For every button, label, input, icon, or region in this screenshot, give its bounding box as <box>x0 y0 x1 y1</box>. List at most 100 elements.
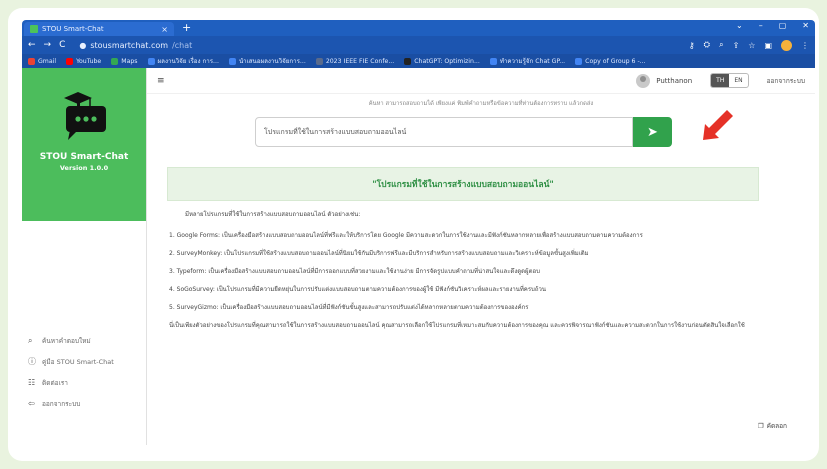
bookmark-star-icon[interactable]: ☆ <box>748 41 755 50</box>
browser-menu-icon[interactable]: ⋮ <box>801 41 809 50</box>
answer-intro: มีหลายโปรแกรมที่ใช้ในการสร้างแบบสอบถามออ… <box>185 211 361 218</box>
main-content: ≡ Putthanon TH EN ออกจากระบบ ค้นหา สามาร… <box>147 68 815 445</box>
tab-search-icon[interactable]: ⌄ <box>736 21 743 30</box>
info-icon: ⓘ <box>28 357 36 366</box>
bookmark-icon <box>489 57 497 65</box>
send-button[interactable]: ➤ <box>633 117 672 147</box>
bookmark-icon <box>147 57 155 65</box>
sidebar-item-label: ติดต่อเรา <box>42 378 68 387</box>
bookmark-icon <box>315 57 323 65</box>
zoom-icon[interactable]: ⌕ <box>719 40 723 50</box>
copy-icon: ❐ <box>757 422 764 430</box>
bookmark-icon <box>111 57 119 65</box>
url-field[interactable]: ● stousmartchat.com/chat <box>79 41 192 50</box>
bookmark-icon <box>404 57 412 65</box>
tab-title: STOU Smart-Chat <box>42 25 104 33</box>
bookmark-item[interactable]: ทำความรู้จัก Chat GP... <box>489 56 566 66</box>
lock-icon: ● <box>79 40 87 50</box>
avatar[interactable] <box>636 73 651 88</box>
red-arrow-icon <box>703 110 733 140</box>
bookmark-item[interactable]: Gmail <box>28 57 57 65</box>
tab-favicon-icon <box>30 25 38 33</box>
bookmark-icon <box>28 57 35 65</box>
back-icon[interactable]: ← <box>28 40 36 50</box>
sidebar-item-contact[interactable]: ☷ ติดต่อเรา <box>28 372 146 393</box>
bookmark-item[interactable]: ผลงานวิจัย เรื่อง การ... <box>147 56 219 66</box>
new-tab-button[interactable]: + <box>182 21 191 34</box>
bookmark-item[interactable]: Copy of Group 6 -... <box>575 57 646 65</box>
menu-toggle-icon[interactable]: ≡ <box>157 76 165 86</box>
copy-button[interactable]: ❐ คัดลอก <box>758 421 787 431</box>
address-bar: ← → C ● stousmartchat.com/chat ⚷ ⛭ ⌕ ⇪ ☆… <box>22 36 815 54</box>
sidebar: STOU Smart-Chat Version 1.0.0 ⌕ ค้นหาคำต… <box>22 68 147 445</box>
sidebar-nav: ⌕ ค้นหาคำตอบใหม่ ⓘ คู่มือ STOU Smart-Cha… <box>28 330 146 414</box>
bookmark-label: ผลงานวิจัย เรื่อง การ... <box>157 58 219 65</box>
reload-icon[interactable]: C <box>59 40 65 50</box>
bookmark-item[interactable]: ChatGPT: Optimizin... <box>404 57 480 65</box>
answer-item: 3. Typeform: เป็นเครื่องมือสร้างแบบสอบถา… <box>169 268 540 275</box>
contact-icon: ☷ <box>28 378 36 387</box>
window-controls: ⌄ – ▢ ✕ <box>736 21 809 30</box>
sidebar-item-new-search[interactable]: ⌕ ค้นหาคำตอบใหม่ <box>28 330 146 351</box>
bookmark-item[interactable]: YouTube <box>66 57 102 65</box>
minimize-icon[interactable]: – <box>759 21 763 30</box>
top-bar: ≡ Putthanon TH EN ออกจากระบบ <box>147 68 815 94</box>
logout-link[interactable]: ออกจากระบบ <box>767 76 805 86</box>
sidebar-item-label: ค้นหาคำตอบใหม่ <box>42 336 91 345</box>
question-input[interactable] <box>255 117 633 147</box>
profile-avatar[interactable] <box>781 39 792 51</box>
bookmark-label: Maps <box>121 57 138 65</box>
lang-en-button[interactable]: EN <box>729 74 747 87</box>
bookmarks-bar: Gmail YouTube Maps ผลงานวิจัย เรื่อง การ...… <box>22 54 815 68</box>
sidepanel-icon[interactable]: ▣ <box>764 41 772 50</box>
copy-label: คัดลอก <box>766 422 787 430</box>
search-icon: ⌕ <box>28 335 33 345</box>
sidebar-item-label: คู่มือ STOU Smart-Chat <box>42 357 114 366</box>
maximize-icon[interactable]: ▢ <box>779 21 787 30</box>
answer-item: 2. SurveyMonkey: เป็นโปรแกรมที่ใช้สร้างแ… <box>169 250 589 257</box>
sidebar-version: Version 1.0.0 <box>59 164 109 172</box>
bookmark-label: นำเสนอผลงานวิจัยการ... <box>238 58 306 65</box>
bookmark-label: YouTube <box>76 57 102 65</box>
bookmark-label: ทำความรู้จัก Chat GP... <box>499 58 566 65</box>
answer-item: 5. SurveyGizmo: เป็นเครื่องมือสร้างแบบสอ… <box>169 304 529 311</box>
sidebar-item-manual[interactable]: ⓘ คู่มือ STOU Smart-Chat <box>28 351 146 372</box>
browser-tab[interactable]: STOU Smart-Chat × <box>24 22 174 36</box>
answer-item: 4. SoGoSurvey: เป็นโปรแกรมที่มีความยืดหย… <box>169 286 546 293</box>
sidebar-title: STOU Smart-Chat <box>39 152 129 162</box>
url-path: /chat <box>172 40 193 50</box>
forward-icon[interactable]: → <box>44 40 52 50</box>
bookmark-item[interactable]: 2023 IEEE FIE Confe... <box>315 57 394 65</box>
user-info: Putthanon <box>636 73 693 88</box>
bookmark-label: ChatGPT: Optimizin... <box>414 57 480 65</box>
answer-item: 1. Google Forms: เป็นเครื่องมือสร้างแบบส… <box>169 232 643 239</box>
close-window-icon[interactable]: ✕ <box>802 21 809 30</box>
app-area: STOU Smart-Chat Version 1.0.0 ⌕ ค้นหาคำต… <box>22 68 815 445</box>
send-icon: ➤ <box>647 124 658 140</box>
share-icon[interactable]: ⇪ <box>733 41 740 50</box>
bookmark-icon <box>575 57 583 65</box>
key-icon[interactable]: ⚷ <box>689 41 695 50</box>
bookmark-item[interactable]: Maps <box>111 57 138 65</box>
result-header: "โปรแกรมที่ใช้ในการสร้างแบบสอบถามออนไลน์… <box>167 167 759 201</box>
result-title: "โปรแกรมที่ใช้ในการสร้างแบบสอบถามออนไลน์… <box>372 180 554 190</box>
bookmark-icon <box>228 57 236 65</box>
translate-icon[interactable]: ⛭ <box>704 40 710 50</box>
browser-window: STOU Smart-Chat × + ⌄ – ▢ ✕ ← → C ● stou… <box>22 20 815 445</box>
answer-conclusion: นี่เป็นเพียงตัวอย่างของโปรแกรมที่คุณสามา… <box>169 322 745 329</box>
bookmark-icon <box>66 57 74 65</box>
address-bar-actions: ⚷ ⛭ ⌕ ⇪ ☆ ▣ ⋮ <box>689 39 809 51</box>
chat-notice: ค้นหา สามารถสอบถามได้ เพียงแค่ พิมพ์คำถา… <box>368 101 594 107</box>
bookmark-item[interactable]: นำเสนอผลงานวิจัยการ... <box>228 56 306 66</box>
answer-body: มีหลายโปรแกรมที่ใช้ในการสร้างแบบสอบถามออ… <box>169 210 759 339</box>
language-switch: TH EN <box>710 73 749 88</box>
bookmark-label: Gmail <box>38 57 57 65</box>
user-name: Putthanon <box>656 76 693 85</box>
url-host: stousmartchat.com <box>90 40 169 50</box>
question-form: ➤ <box>255 117 672 147</box>
bookmark-label: Copy of Group 6 -... <box>585 57 646 65</box>
lang-th-button[interactable]: TH <box>711 74 730 87</box>
browser-title-bar: STOU Smart-Chat × + ⌄ – ▢ ✕ <box>22 20 815 36</box>
sidebar-item-logout[interactable]: ⇦ ออกจากระบบ <box>28 393 146 414</box>
tab-close-icon[interactable]: × <box>161 25 168 34</box>
